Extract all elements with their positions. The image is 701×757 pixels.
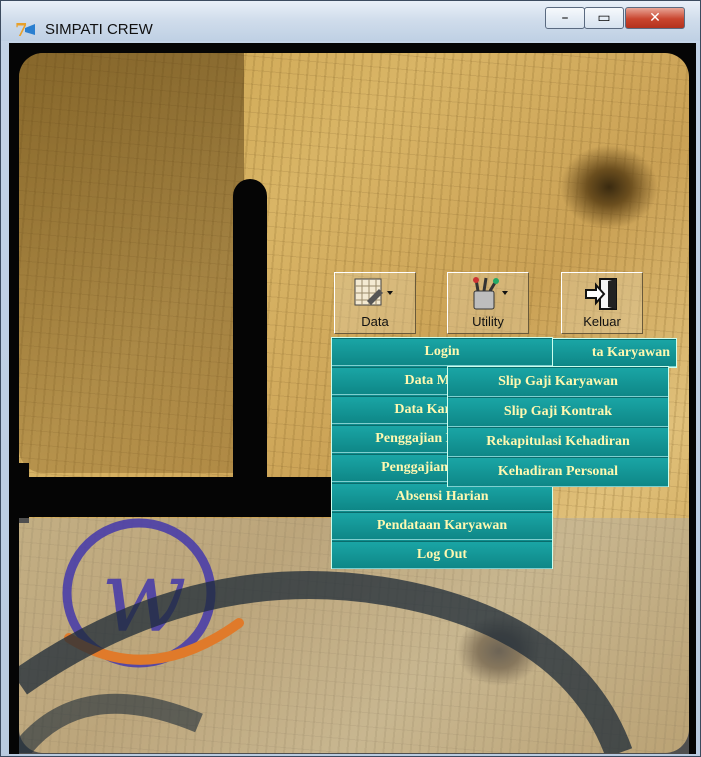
toolbar-keluar-label: Keluar: [583, 314, 621, 329]
data-icon: [354, 278, 393, 306]
menu-item-log-out[interactable]: Log Out: [332, 541, 552, 569]
black-frame-left: [9, 463, 29, 523]
minimize-button[interactable]: –: [545, 7, 585, 29]
menu-item-slip-gaji-kontrak[interactable]: Slip Gaji Kontrak: [448, 397, 668, 427]
menu-item-absensi-harian[interactable]: Absensi Harian: [332, 483, 552, 511]
toolbar-data-button[interactable]: Data: [334, 272, 416, 334]
toolbar-data-label: Data: [361, 314, 389, 329]
exit-door-icon: [585, 278, 617, 310]
utility-menu: Slip Gaji Karyawan Slip Gaji Kontrak Rek…: [447, 366, 669, 487]
menu-item-slip-gaji-karyawan[interactable]: Slip Gaji Karyawan: [448, 367, 668, 397]
wood-dark-panel: [19, 53, 244, 473]
utility-icon: [473, 277, 508, 310]
client-area: w Data Utility Keluar ta Karyawan Login …: [9, 43, 696, 754]
toolbar-keluar-button[interactable]: Keluar: [561, 272, 643, 334]
toolbar-utility-label: Utility: [472, 314, 504, 329]
menu-item-pendataan-karyawan[interactable]: Pendataan Karyawan: [332, 512, 552, 540]
toolbar-utility-button[interactable]: Utility: [447, 272, 529, 334]
app-window: 7 SIMPATI CREW – ▭ ✕ w Data Utility Kelu…: [0, 0, 701, 757]
maximize-button[interactable]: ▭: [584, 7, 624, 29]
maximize-icon: ▭: [597, 10, 611, 26]
black-frame-vertical: [233, 179, 267, 499]
close-button[interactable]: ✕: [625, 7, 685, 29]
close-icon: ✕: [649, 10, 661, 26]
app-logo-icon: 7: [15, 20, 35, 38]
utility-menu-header-item[interactable]: ta Karyawan: [540, 339, 676, 367]
window-title: SIMPATI CREW: [45, 21, 153, 38]
menu-item-kehadiran-personal[interactable]: Kehadiran Personal: [448, 457, 668, 487]
dark-hose-decoration: [19, 571, 633, 753]
menu-item-login[interactable]: Login: [332, 338, 552, 366]
utility-menu-header[interactable]: ta Karyawan: [539, 338, 677, 368]
menu-item-rekapitulasi-kehadiran[interactable]: Rekapitulasi Kehadiran: [448, 427, 668, 457]
minimize-icon: –: [561, 10, 569, 26]
title-bar[interactable]: 7 SIMPATI CREW – ▭ ✕: [1, 1, 700, 41]
